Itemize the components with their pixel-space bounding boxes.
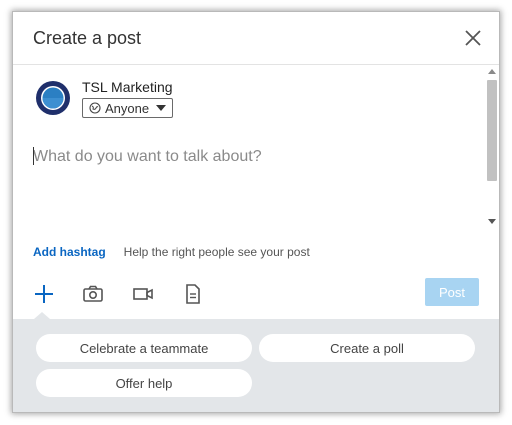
dialog-title: Create a post	[33, 28, 142, 48]
camera-icon[interactable]	[81, 282, 105, 306]
create-post-dialog: Create a post TSL Marketing Anyone What …	[13, 12, 499, 412]
video-icon[interactable]	[131, 282, 155, 306]
globe-icon	[89, 102, 101, 114]
scroll-down-icon[interactable]	[488, 219, 496, 224]
post-text-input[interactable]	[33, 145, 473, 169]
post-toolbar: Post	[13, 278, 499, 318]
chevron-down-icon	[156, 105, 167, 111]
composer-scrollbar[interactable]	[485, 65, 499, 231]
suggestion-offer-help[interactable]: Offer help	[36, 369, 252, 397]
dialog-header: Create a post	[13, 12, 499, 65]
plus-icon[interactable]	[32, 282, 56, 306]
post-button[interactable]: Post	[425, 278, 479, 306]
composer-area: TSL Marketing Anyone	[13, 65, 485, 231]
scroll-up-icon[interactable]	[488, 69, 496, 74]
hashtag-row: Add hashtag Help the right people see yo…	[33, 244, 310, 260]
visibility-label: Anyone	[105, 100, 150, 116]
hashtag-hint: Help the right people see your post	[123, 245, 310, 259]
close-icon[interactable]	[463, 28, 483, 48]
add-hashtag-link[interactable]: Add hashtag	[33, 245, 106, 259]
suggestions-panel: Celebrate a teammate Create a poll Offer…	[13, 312, 499, 412]
scroll-thumb[interactable]	[487, 80, 497, 181]
avatar	[35, 80, 71, 116]
suggestion-create-poll[interactable]: Create a poll	[259, 334, 475, 362]
text-cursor	[33, 147, 34, 165]
suggestion-celebrate-teammate[interactable]: Celebrate a teammate	[36, 334, 252, 362]
panel-pointer	[34, 312, 50, 319]
document-icon[interactable]	[181, 282, 205, 306]
author-name: TSL Marketing	[82, 79, 173, 95]
visibility-dropdown[interactable]: Anyone	[82, 98, 174, 118]
